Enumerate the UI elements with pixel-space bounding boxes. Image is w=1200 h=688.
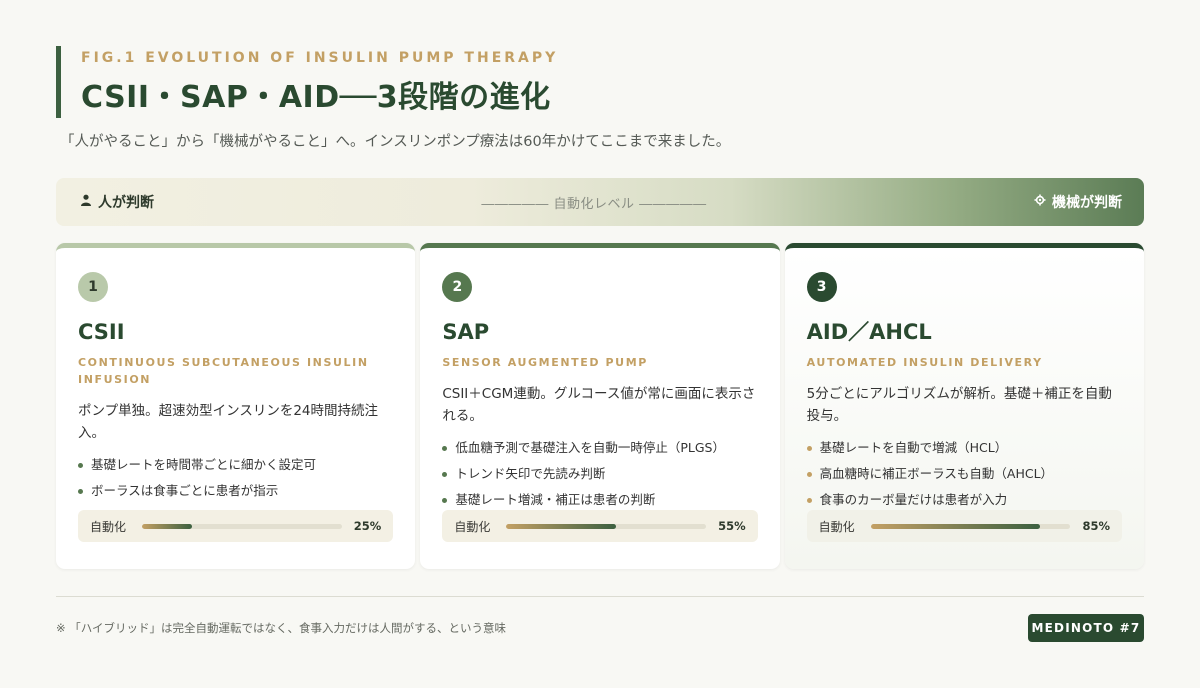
card-description: ポンプ単独。超速効型インスリンを24時間持続注入。	[78, 403, 379, 441]
bullet-text: トレンド矢印で先読み判断	[455, 466, 606, 481]
card-subtitle: AUTOMATED INSULIN DELIVERY	[806, 356, 1043, 369]
bullet-text: 高血糖時に補正ボーラスも自動（AHCL）	[819, 466, 1054, 481]
bullet-list: 基礎レートを自動で増減（HCL） 高血糖時に補正ボーラスも自動（AHCL） 食事…	[806, 435, 1122, 513]
bullet-dot	[442, 445, 448, 451]
automation-percent: 55%	[718, 519, 746, 533]
automation-meter: 自動化 55%	[442, 510, 758, 542]
automation-track	[870, 523, 1071, 529]
automation-fill	[142, 523, 192, 529]
automation-fill	[506, 523, 617, 529]
bullet-text: 基礎レートを時間帯ごとに細かく設定可	[91, 457, 317, 472]
card-description: CSII＋CGM連動。グルコース値が常に画面に表示される。	[442, 386, 756, 424]
automation-meter: 自動化 85%	[806, 510, 1122, 542]
scale-right: 機械が判断	[1034, 192, 1122, 212]
bullet-dot	[442, 471, 448, 477]
stage-card-aid: 3 AID／AHCL AUTOMATED INSULIN DELIVERY 5分…	[784, 243, 1144, 569]
figure-label: FIG.1 EVOLUTION OF INSULIN PUMP THERAPY	[81, 50, 559, 66]
bullet-dot	[806, 445, 812, 451]
scale-center-label: ――――― 自動化レベル ―――――	[481, 196, 707, 212]
bullet-dot	[78, 462, 83, 468]
card-description: 5分ごとにアルゴリズムが解析。基礎＋補正を自動投与。	[806, 386, 1112, 424]
automation-label: 自動化	[454, 519, 491, 534]
person-icon	[80, 194, 92, 210]
stage-card-sap: 2 SAP SENSOR AUGMENTED PUMP CSII＋CGM連動。グ…	[420, 243, 780, 569]
bullet-dot	[806, 471, 812, 477]
step-number-badge: 2	[442, 272, 473, 302]
card-title: AID／AHCL	[806, 320, 932, 344]
automation-scale-bar: 人が判断 ――――― 自動化レベル ――――― 機械が判断	[56, 178, 1144, 226]
step-number-badge: 3	[806, 272, 837, 302]
automation-percent: 85%	[1082, 519, 1110, 533]
bullet-list: 低血糖予測で基礎注入を自動一時停止（PLGS） トレンド矢印で先読み判断 基礎レ…	[442, 435, 757, 513]
list-item: 基礎レートを時間帯ごとに細かく設定可	[78, 452, 393, 478]
stage-cards: 1 CSII CONTINUOUS SUBCUTANEOUS INSULIN I…	[56, 243, 1144, 569]
list-item: 基礎レートを自動で増減（HCL）	[806, 435, 1122, 461]
automation-fill	[870, 523, 1041, 529]
scale-right-label: 機械が判断	[1051, 195, 1122, 211]
bullet-dot	[442, 497, 448, 503]
bullet-dot	[806, 497, 812, 503]
list-item: トレンド矢印で先読み判断	[442, 461, 757, 487]
automation-meter: 自動化 25%	[78, 510, 394, 542]
footnote: ※ 「ハイブリッド」は完全自動運転ではなく、食事入力だけは人間がする、という意味	[56, 621, 507, 635]
scale-left-label: 人が判断	[98, 195, 154, 211]
automation-percent: 25%	[353, 519, 382, 533]
automation-track	[506, 523, 707, 529]
bullet-dot	[78, 488, 83, 494]
bullet-text: ボーラスは食事ごとに患者が指示	[91, 483, 279, 498]
stage-card-csii: 1 CSII CONTINUOUS SUBCUTANEOUS INSULIN I…	[56, 243, 416, 569]
scale-left: 人が判断	[80, 192, 154, 212]
bullet-text: 基礎レートを自動で増減（HCL）	[819, 440, 1008, 455]
list-item: ボーラスは食事ごとに患者が指示	[78, 478, 393, 504]
list-item: 低血糖予測で基礎注入を自動一時停止（PLGS）	[442, 435, 757, 461]
card-title: CSII	[78, 320, 125, 344]
automation-label: 自動化	[90, 519, 127, 534]
footer-divider	[56, 596, 1144, 597]
brand-badge: MEDINOTO #7	[1028, 614, 1144, 642]
automation-track	[142, 523, 342, 529]
page-title: CSII・SAP・AID──3段階の進化	[81, 80, 551, 115]
step-number-badge: 1	[78, 272, 108, 302]
card-title: SAP	[442, 320, 490, 344]
gear-icon	[1034, 194, 1046, 210]
page-subtitle: 「人がやること」から「機械がやること」へ。インスリンポンプ療法は60年かけてここ…	[60, 134, 731, 150]
bullet-text: 低血糖予測で基礎注入を自動一時停止（PLGS）	[455, 440, 725, 455]
card-subtitle: SENSOR AUGMENTED PUMP	[442, 356, 648, 369]
card-subtitle: CONTINUOUS SUBCUTANEOUS INSULIN INFUSION	[78, 356, 369, 386]
header: FIG.1 EVOLUTION OF INSULIN PUMP THERAPY …	[56, 46, 1156, 118]
automation-label: 自動化	[818, 519, 855, 534]
list-item: 高血糖時に補正ボーラスも自動（AHCL）	[806, 461, 1122, 487]
